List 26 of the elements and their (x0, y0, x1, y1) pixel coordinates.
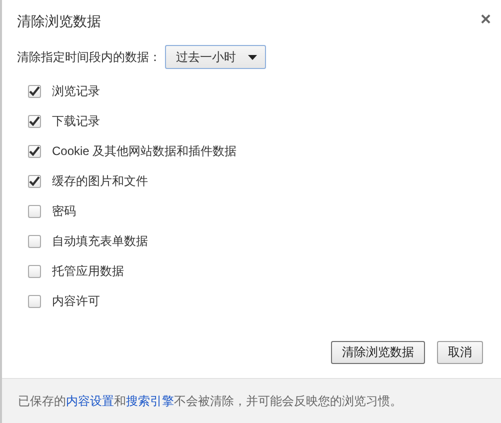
dialog-title: 清除浏览数据 (17, 13, 101, 31)
checkbox[interactable] (28, 174, 41, 188)
option-label: 自动填充表单数据 (52, 232, 148, 250)
option-label: 内容许可 (52, 292, 100, 310)
checkbox[interactable] (28, 114, 41, 128)
checkbox[interactable] (28, 144, 41, 158)
cancel-button[interactable]: 取消 (437, 341, 483, 364)
checkbox[interactable] (28, 234, 41, 248)
close-button[interactable]: × (480, 10, 491, 28)
footer-note: 已保存的内容设置和搜索引擎不会被清除，并可能会反映您的浏览习惯。 (18, 392, 402, 410)
time-range-label: 清除指定时间段内的数据： (17, 48, 161, 66)
option-label: 密码 (52, 202, 76, 220)
option-label: 浏览记录 (52, 82, 100, 100)
option-label: 托管应用数据 (52, 262, 124, 280)
checkbox[interactable] (28, 264, 41, 278)
footer-link[interactable]: 内容设置 (66, 394, 114, 408)
time-range-dropdown[interactable]: 过去一小时 (165, 45, 266, 69)
checkbox[interactable] (28, 204, 41, 218)
caret-icon (248, 54, 257, 60)
checkbox[interactable] (28, 294, 41, 308)
checkbox[interactable] (28, 84, 41, 98)
footer-link[interactable]: 搜索引擎 (126, 394, 174, 408)
option-label: 下载记录 (52, 112, 100, 130)
option-label: Cookie 及其他网站数据和插件数据 (52, 142, 237, 160)
option-label: 缓存的图片和文件 (52, 172, 148, 190)
clear-data-button[interactable]: 清除浏览数据 (331, 341, 425, 364)
